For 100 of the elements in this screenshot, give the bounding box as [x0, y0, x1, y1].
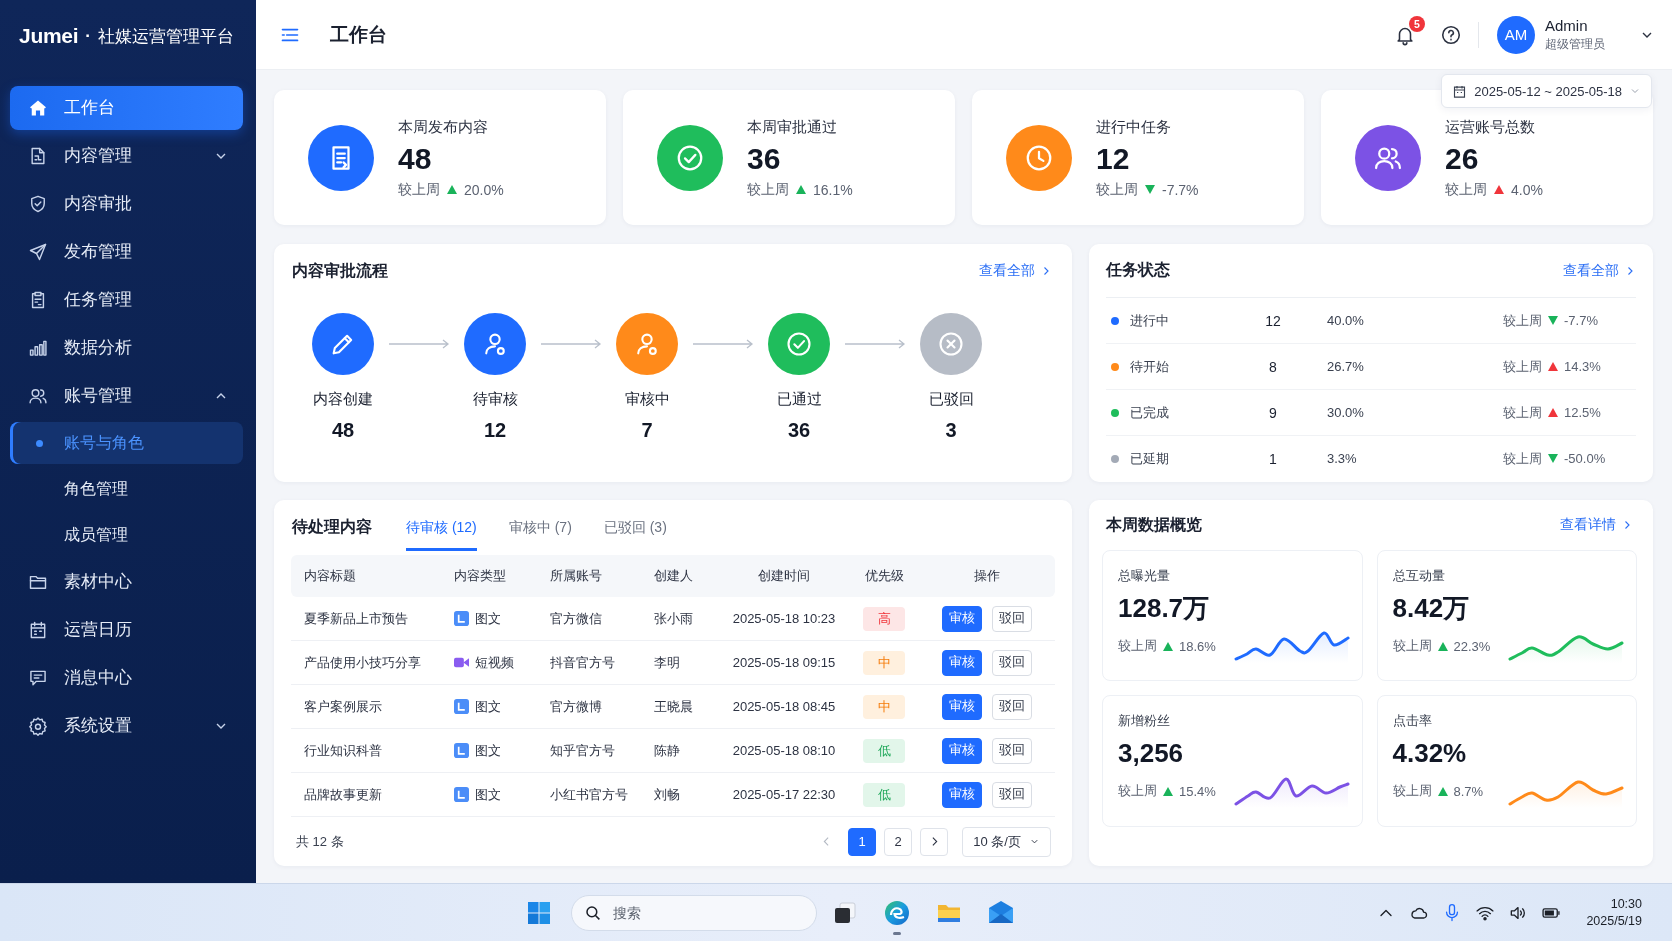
step-label: 审核中	[624, 389, 670, 409]
settings-icon	[28, 716, 48, 736]
sidebar-item[interactable]: 账号管理	[10, 374, 243, 418]
compare-label: 较上周	[1392, 782, 1432, 800]
reject-button[interactable]: 驳回	[992, 605, 1032, 632]
change-value: 22.3%	[1453, 638, 1491, 654]
change-value: -7.7%	[1564, 313, 1598, 328]
table-cell: 2025-05-18 10:23	[719, 597, 849, 641]
bullet-dot-icon	[36, 439, 43, 447]
avatar[interactable]: AM	[1497, 15, 1535, 54]
reject-button[interactable]: 驳回	[992, 737, 1032, 764]
sidebar-item[interactable]: 运营日历	[10, 608, 243, 652]
browser-icon[interactable]	[883, 898, 911, 927]
review-button[interactable]: 审核	[942, 693, 982, 720]
stat-label: 本周发布内容	[398, 116, 488, 137]
compare-label: 较上周	[1503, 449, 1542, 468]
sidebar-item[interactable]: 内容审批	[10, 182, 243, 226]
sidebar-item[interactable]: 数据分析	[10, 326, 243, 370]
sidebar-item[interactable]: 系统设置	[10, 704, 243, 748]
clock-date: 2025/5/19	[1586, 912, 1642, 930]
compare-label: 较上周	[1096, 180, 1138, 199]
tab[interactable]: 待审核 (12)	[406, 504, 477, 551]
table-cell: 知乎官方号	[537, 729, 641, 773]
review-button[interactable]: 审核	[942, 649, 982, 676]
review-button[interactable]: 审核	[942, 781, 982, 808]
tab[interactable]: 已驳回 (3)	[603, 504, 667, 551]
compare-label: 较上周	[1118, 637, 1157, 655]
step-count: 36	[787, 418, 811, 443]
stat-value: 12	[1096, 140, 1130, 177]
compare-label: 较上周	[747, 180, 789, 199]
table-cell: 抖音官方号	[537, 641, 641, 685]
step-label: 已驳回	[928, 389, 974, 409]
stat-value: 26	[1445, 140, 1479, 177]
arrow-right-icon	[388, 339, 450, 349]
table-cell: 王晓晨	[641, 685, 719, 729]
compare-label: 较上周	[1392, 637, 1432, 655]
view-details-link[interactable]: 查看详情	[1560, 516, 1633, 534]
sidebar-item[interactable]: 任务管理	[10, 278, 243, 322]
reject-button[interactable]: 驳回	[992, 649, 1032, 676]
column-header: 内容类型	[454, 568, 506, 583]
priority-badge: 低	[863, 738, 905, 763]
review-button[interactable]: 审核	[942, 737, 982, 764]
help-icon[interactable]	[1440, 23, 1462, 46]
metric-label: 点击率	[1392, 712, 1432, 730]
change-value: 8.7%	[1453, 783, 1484, 799]
running-indicator-icon	[893, 931, 901, 935]
view-all-link[interactable]: 查看全部	[979, 262, 1052, 280]
status-label: 已延期	[1130, 449, 1170, 468]
column-header: 所属账号	[550, 568, 602, 583]
status-count: 8	[1268, 358, 1278, 375]
status-count: 1	[1268, 450, 1278, 467]
paper-plane-icon	[28, 242, 48, 262]
change-value: -7.7%	[1162, 181, 1199, 198]
review-button[interactable]: 审核	[942, 605, 982, 632]
content-type-label: 图文	[475, 785, 501, 804]
reject-button[interactable]: 驳回	[992, 693, 1032, 720]
compare-label: 较上周	[1118, 782, 1157, 800]
page-button[interactable]: 1	[848, 827, 876, 856]
status-label: 待开始	[1130, 357, 1170, 376]
sidebar-item[interactable]: 发布管理	[10, 230, 243, 274]
user-name: Admin	[1545, 16, 1589, 34]
view-all-link[interactable]: 查看全部	[1563, 261, 1636, 280]
brand-logo-text: Jumei	[19, 24, 79, 48]
column-header: 创建人	[654, 568, 693, 583]
reject-button[interactable]: 驳回	[992, 781, 1032, 808]
sidebar-subitem[interactable]: 账号与角色	[10, 422, 243, 464]
document-icon	[28, 146, 48, 166]
stat-label: 进行中任务	[1096, 116, 1171, 137]
table-cell: 官方微信	[537, 597, 641, 641]
date-range-picker[interactable]: 2025-05-12 ~ 2025-05-18	[1441, 74, 1652, 108]
windows-logo-icon[interactable]	[527, 900, 551, 925]
change-value: 16.1%	[813, 181, 853, 198]
metric-value: 8.42万	[1392, 592, 1470, 624]
page-button[interactable]: 2	[884, 827, 912, 856]
sidebar-subitem[interactable]: 成员管理	[10, 514, 243, 556]
priority-badge: 高	[863, 606, 905, 631]
stat-value: 36	[747, 140, 781, 177]
sidebar-item[interactable]: 内容管理	[10, 134, 243, 178]
sidebar-item[interactable]: 工作台	[10, 86, 243, 130]
step-count: 12	[483, 418, 507, 443]
arrow-right-icon	[540, 339, 602, 349]
shield-check-icon	[28, 194, 48, 214]
sidebar-item[interactable]: 消息中心	[10, 656, 243, 700]
status-label: 进行中	[1130, 311, 1170, 330]
page-size-select[interactable]: 10 条/页	[962, 826, 1051, 857]
card-title: 本周数据概览	[1106, 514, 1202, 535]
stat-label: 运营账号总数	[1445, 116, 1535, 137]
content-type-label: 图文	[475, 697, 501, 716]
table-cell: 官方微博	[537, 685, 641, 729]
sidebar-subitem[interactable]: 角色管理	[10, 468, 243, 510]
change-value: 15.4%	[1179, 783, 1216, 799]
card-title: 内容审批流程	[292, 260, 388, 281]
search-field[interactable]: 搜索	[571, 894, 817, 931]
table-cell: 2025-05-17 22:30	[719, 773, 849, 817]
metric-value: 4.32%	[1392, 737, 1467, 769]
content-type-label: 短视频	[475, 653, 514, 672]
sidebar-item[interactable]: 素材中心	[10, 560, 243, 604]
step-count: 48	[331, 418, 355, 443]
tab[interactable]: 审核中 (7)	[508, 504, 572, 551]
change-value: 18.6%	[1179, 638, 1216, 654]
